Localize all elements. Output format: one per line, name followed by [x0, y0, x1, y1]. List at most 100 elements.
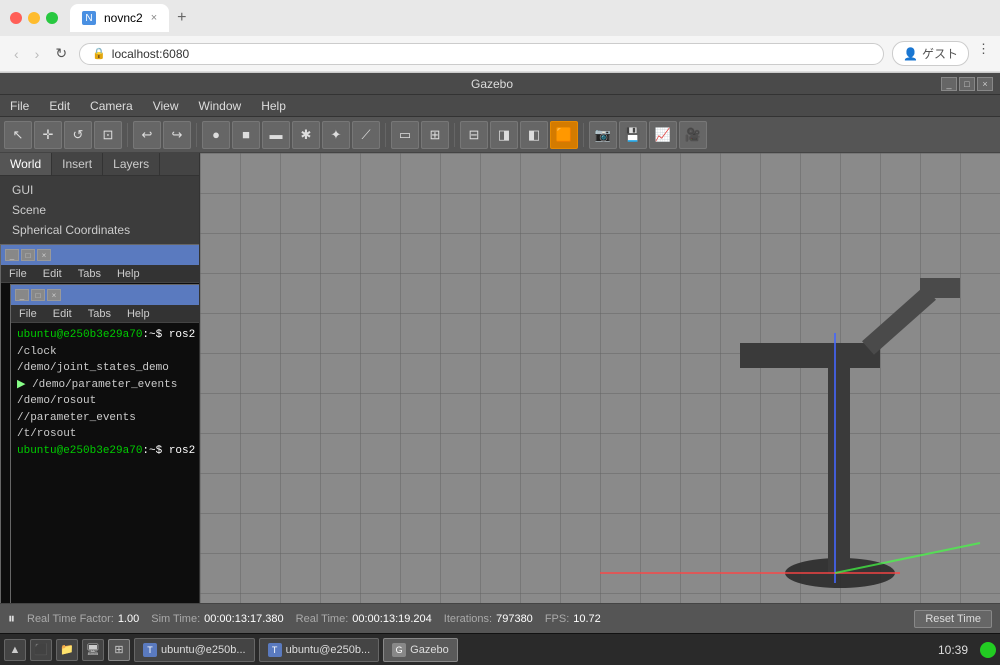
record-button[interactable]: 🎥 — [679, 121, 707, 149]
cylinder-button[interactable]: ▬ — [262, 121, 290, 149]
menu-camera[interactable]: Camera — [80, 97, 143, 115]
sidebar-items: GUI Scene Spherical Coordinates — [0, 176, 199, 244]
taskbar-gazebo-label: Gazebo — [410, 644, 449, 656]
taskbar-app1-button[interactable]: ⬛ — [30, 639, 52, 661]
snap-button[interactable]: ▭ — [391, 121, 419, 149]
taskbar-task-gazebo[interactable]: G Gazebo — [383, 638, 458, 662]
real-time-label: Real Time: — [296, 613, 349, 625]
scale-tool-button[interactable]: ⊡ — [94, 121, 122, 149]
terminal-line-7: /t/rosout — [17, 426, 199, 443]
real-time-value: 00:00:13:19.204 — [352, 613, 432, 625]
terminal-line-4: ▶ /demo/parameter_events — [17, 377, 199, 394]
point-light-button[interactable]: ✱ — [292, 121, 320, 149]
taskbar-app2-button[interactable]: 📁 — [56, 639, 78, 661]
taskbar-time: 10:39 — [938, 643, 976, 657]
terminal-2-close[interactable]: × — [47, 289, 61, 301]
t1-menu-tabs[interactable]: Tabs — [70, 267, 109, 281]
minimize-traffic-light[interactable] — [28, 12, 40, 24]
fps-value: 10.72 — [573, 613, 601, 625]
align2-button[interactable]: ◧ — [520, 121, 548, 149]
t2-menu-edit[interactable]: Edit — [45, 307, 80, 321]
menu-view[interactable]: View — [143, 97, 189, 115]
menu-window[interactable]: Window — [189, 97, 252, 115]
plot-button[interactable]: 📈 — [649, 121, 677, 149]
terminal-2-minimize[interactable]: _ — [15, 289, 29, 301]
spot-light-button[interactable]: ✦ — [322, 121, 350, 149]
menu-file[interactable]: File — [0, 97, 39, 115]
taskbar-terminal1-label: ubuntu@e250b... — [161, 644, 246, 656]
back-button[interactable]: ‹ — [10, 44, 23, 64]
profile-icon: 👤 — [903, 47, 918, 61]
iterations-value: 797380 — [496, 613, 533, 625]
terminal-1-close[interactable]: × — [37, 249, 51, 261]
menu-help[interactable]: Help — [251, 97, 296, 115]
menu-edit[interactable]: Edit — [39, 97, 80, 115]
guest-button[interactable]: 👤 ゲスト — [892, 41, 969, 66]
pause-button[interactable]: ⏸ — [8, 610, 15, 627]
terminal-2-title: ubuntu@e250b3e29a70: ~ — [61, 289, 199, 301]
sidebar-item-scene[interactable]: Scene — [0, 200, 199, 220]
forward-button[interactable]: › — [31, 44, 44, 64]
sidebar-tab-layers[interactable]: Layers — [103, 153, 160, 175]
iterations-label: Iterations: — [444, 613, 492, 625]
screenshot-button[interactable]: 📷 — [589, 121, 617, 149]
redo-button[interactable]: ↪ — [163, 121, 191, 149]
toolbar-sep-4 — [454, 123, 455, 147]
t2-menu-file[interactable]: File — [11, 307, 45, 321]
color-button[interactable]: 🟧 — [550, 121, 578, 149]
t1-menu-file[interactable]: File — [1, 267, 35, 281]
rotate-tool-button[interactable]: ↺ — [64, 121, 92, 149]
taskbar-app4-button[interactable]: ⊞ — [108, 639, 130, 661]
taskbar: ▲ ⬛ 📁 🖥 ⊞ T ubuntu@e250b... T ubuntu@e25… — [0, 633, 1000, 665]
gazebo-minimize-button[interactable]: _ — [941, 77, 957, 91]
translate-tool-button[interactable]: ✛ — [34, 121, 62, 149]
undo-button[interactable]: ↩ — [133, 121, 161, 149]
tab-close-button[interactable]: × — [151, 12, 157, 24]
gazebo-close-button[interactable]: × — [977, 77, 993, 91]
t2-menu-tabs[interactable]: Tabs — [80, 307, 119, 321]
browser-titlebar: N novnc2 × + — [0, 0, 1000, 36]
toolbar-sep-5 — [583, 123, 584, 147]
taskbar-task-terminal2[interactable]: T ubuntu@e250b... — [259, 638, 380, 662]
grid-button[interactable]: ⊞ — [421, 121, 449, 149]
terminal-2-maximize[interactable]: □ — [31, 289, 45, 301]
robot-arm-svg — [200, 153, 1000, 603]
maximize-traffic-light[interactable] — [46, 12, 58, 24]
taskbar-task-terminal1[interactable]: T ubuntu@e250b... — [134, 638, 255, 662]
terminal-line-3: /demo/joint_states_demo — [17, 360, 199, 377]
browser-tab[interactable]: N novnc2 × — [70, 4, 169, 32]
sphere-button[interactable]: ● — [202, 121, 230, 149]
status-real-time-factor: Real Time Factor: 1.00 — [27, 613, 139, 625]
gazebo-3d-viewport[interactable] — [200, 153, 1000, 603]
sidebar-tab-insert[interactable]: Insert — [52, 153, 103, 175]
sidebar-item-spherical-coords[interactable]: Spherical Coordinates — [0, 220, 199, 240]
new-tab-button[interactable]: + — [177, 9, 186, 27]
browser-actions: 👤 ゲスト ⋮ — [892, 41, 990, 66]
save-button[interactable]: 💾 — [619, 121, 647, 149]
status-iterations: Iterations: 797380 — [444, 613, 533, 625]
browser-toolbar: ‹ › ↻ 🔒 localhost:6080 👤 ゲスト ⋮ — [0, 36, 1000, 72]
terminal-1-maximize[interactable]: □ — [21, 249, 35, 261]
address-bar[interactable]: 🔒 localhost:6080 — [79, 43, 884, 65]
reset-time-button[interactable]: Reset Time — [914, 610, 992, 628]
close-traffic-light[interactable] — [10, 12, 22, 24]
gazebo-maximize-button[interactable]: □ — [959, 77, 975, 91]
sidebar-tab-world[interactable]: World — [0, 153, 52, 175]
directional-light-button[interactable]: ⟋ — [352, 121, 380, 149]
t2-menu-help[interactable]: Help — [119, 307, 158, 321]
copy-button[interactable]: ⊟ — [460, 121, 488, 149]
select-tool-button[interactable]: ↖ — [4, 121, 32, 149]
sidebar-tabs: World Insert Layers — [0, 153, 199, 176]
network-indicator — [980, 642, 996, 658]
taskbar-app3-button[interactable]: 🖥 — [82, 639, 104, 661]
taskbar-start-button[interactable]: ▲ — [4, 639, 26, 661]
refresh-button[interactable]: ↻ — [51, 43, 71, 64]
terminal-1-minimize[interactable]: _ — [5, 249, 19, 261]
t1-menu-edit[interactable]: Edit — [35, 267, 70, 281]
extensions-icon[interactable]: ⋮ — [977, 41, 990, 66]
sidebar-item-gui[interactable]: GUI — [0, 180, 199, 200]
align-button[interactable]: ◨ — [490, 121, 518, 149]
box-button[interactable]: ■ — [232, 121, 260, 149]
terminal-2-body[interactable]: ubuntu@e250b3e29a70:~$ ros2 topic list /… — [11, 323, 199, 603]
t1-menu-help[interactable]: Help — [109, 267, 148, 281]
